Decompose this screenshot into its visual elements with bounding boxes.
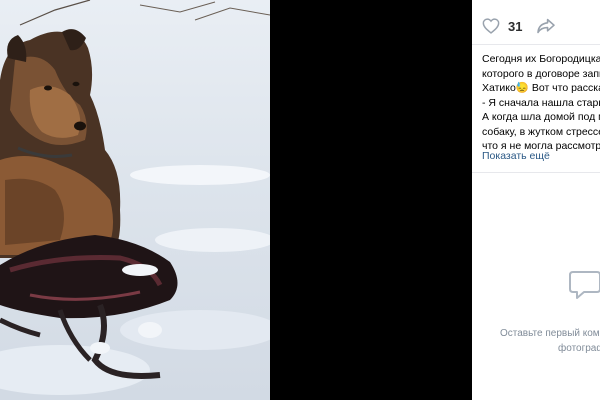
post-text-line: которого в договоре запи (482, 67, 600, 80)
share-button[interactable] (536, 18, 556, 39)
photo-viewer[interactable] (0, 0, 472, 400)
dog-photo-illustration (0, 0, 270, 395)
post-text-line: собаку, в жутком стрессе (482, 125, 600, 138)
like-count: 31 (508, 18, 523, 34)
post-text: Сегодня их Богородицка которого в догово… (482, 52, 600, 154)
post-text-line: А когда шла домой под м (482, 111, 600, 123)
empty-comments-line2: фотограф (558, 343, 600, 354)
photo-dog-in-snow[interactable] (0, 0, 270, 400)
empty-comments-line1: Оставьте первый ком (500, 328, 600, 339)
share-arrow-icon (537, 18, 555, 34)
comment-bubble-icon (568, 268, 600, 307)
post-text-line: Сегодня их Богородицка (482, 53, 600, 65)
like-button[interactable]: 31 (482, 18, 522, 34)
post-sidebar: 31 Сегодня их Богородицка которого в дог… (472, 0, 600, 400)
heart-icon (482, 18, 500, 34)
post-text-line: Хатико😓 Вот что расска (482, 82, 600, 94)
show-more-link[interactable]: Показать ещё (482, 150, 550, 162)
post-text-line: - Я сначала нашла старый (482, 96, 600, 109)
post-actions: 31 (472, 0, 600, 45)
empty-comments-text: Оставьте первый ком фотограф (500, 326, 600, 356)
divider (472, 172, 600, 173)
